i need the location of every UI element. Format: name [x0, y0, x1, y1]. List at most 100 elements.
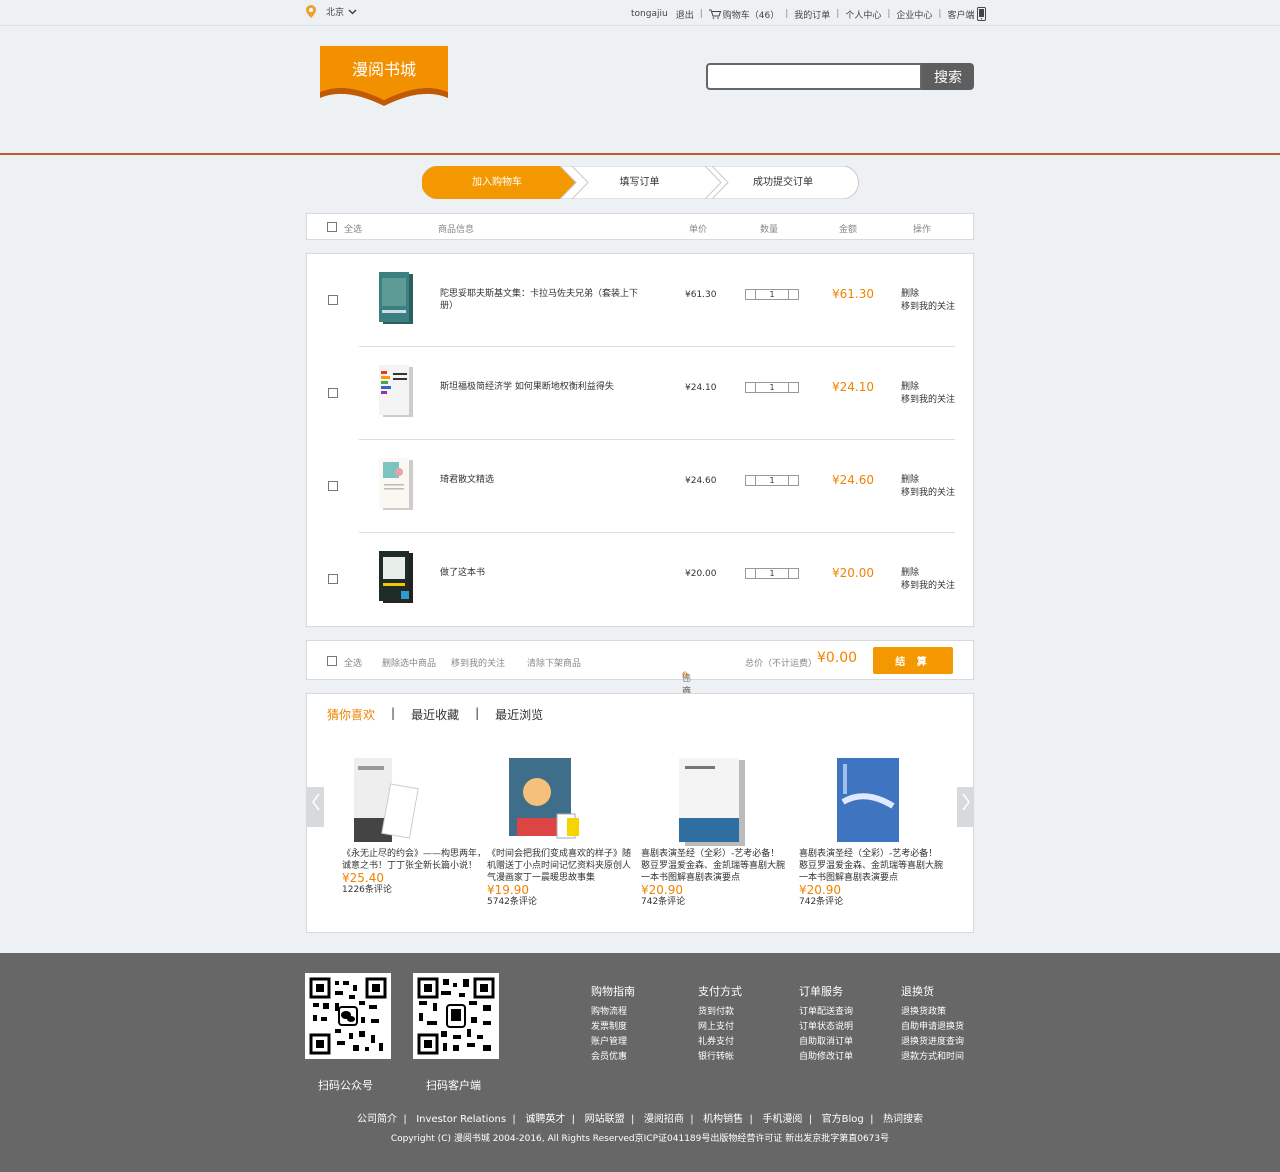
row-checkbox[interactable] — [328, 388, 338, 398]
select-all-checkbox[interactable] — [327, 656, 337, 666]
footer-link[interactable]: 公司简介 — [357, 1114, 397, 1125]
location-selector[interactable]: 北京 — [306, 5, 357, 18]
decrease-button[interactable] — [746, 476, 756, 485]
book-cover[interactable] — [379, 551, 415, 604]
delete-link[interactable]: 删除 — [901, 288, 955, 301]
decrease-button[interactable] — [746, 290, 756, 299]
recommend-title[interactable]: 喜剧表演圣经（全彩）-艺考必备！憨豆罗温爱金森、金凯瑞等喜剧大腕一本书图解喜剧表… — [799, 848, 944, 884]
item-title[interactable]: 陀思妥耶夫斯基文集：卡拉马佐夫兄弟（套装上下册） — [440, 288, 640, 312]
recommend-title[interactable]: 《时间会把我们变成喜欢的样子》随机赠送丁小点时间记忆资料夹原创人气漫画家丁一晨暖… — [487, 848, 632, 884]
recommend-comments[interactable]: 5742条评论 — [487, 896, 632, 908]
next-arrow-button[interactable] — [957, 787, 974, 827]
quantity-stepper[interactable]: 1 — [745, 568, 799, 579]
delete-link[interactable]: 删除 — [901, 567, 955, 580]
recommend-comments[interactable]: 742条评论 — [799, 896, 944, 908]
quantity-value[interactable]: 1 — [756, 569, 788, 578]
footer-link[interactable]: 手机漫阅 — [762, 1114, 802, 1125]
decrease-button[interactable] — [746, 383, 756, 392]
row-checkbox[interactable] — [328, 295, 338, 305]
increase-button[interactable] — [788, 383, 798, 392]
recommend-card[interactable]: 《时间会把我们变成喜欢的样子》随机赠送丁小点时间记忆资料夹原创人气漫画家丁一晨暖… — [487, 758, 632, 908]
footer-link[interactable]: 退款方式和时间 — [901, 1050, 964, 1065]
username-link[interactable]: tongajiu — [631, 9, 668, 19]
clear-offshelf-link[interactable]: 清除下架商品 — [527, 656, 581, 669]
book-cover[interactable] — [379, 458, 415, 511]
footer-link[interactable]: 货到付款 — [698, 1005, 742, 1020]
select-all-checkbox[interactable] — [327, 222, 337, 232]
footer-link[interactable]: 退换货进度查询 — [901, 1035, 964, 1050]
move-to-follow-link[interactable]: 移到我的关注 — [901, 394, 955, 407]
personal-center-link[interactable]: 个人中心 — [845, 8, 881, 21]
tab-recent-favorites[interactable]: 最近收藏 — [411, 706, 459, 723]
footer-link[interactable]: 会员优惠 — [591, 1050, 635, 1065]
footer-link[interactable]: 漫阅招商 — [644, 1114, 684, 1125]
my-orders-link[interactable]: 我的订单 — [794, 8, 830, 21]
search-input[interactable] — [706, 63, 922, 90]
logout-link[interactable]: 退出 — [676, 8, 694, 21]
footer-link[interactable]: 网上支付 — [698, 1020, 742, 1035]
increase-button[interactable] — [788, 569, 798, 578]
recommend-title[interactable]: 《永无止尽的约会》——构思两年，诚意之书！丁丁张全新长篇小说！ — [342, 848, 487, 872]
prev-arrow-button[interactable] — [307, 787, 324, 827]
book-cover[interactable] — [641, 758, 786, 848]
move-to-follow-link[interactable]: 移到我的关注 — [901, 487, 955, 500]
delete-link[interactable]: 删除 — [901, 381, 955, 394]
footer-link[interactable]: 银行转帐 — [698, 1050, 742, 1065]
book-cover[interactable] — [487, 758, 632, 848]
recommend-comments[interactable]: 1226条评论 — [342, 884, 487, 896]
move-to-follow-link[interactable]: 移到我的关注 — [451, 656, 505, 669]
footer-link[interactable]: 热词搜索 — [883, 1114, 923, 1125]
increase-button[interactable] — [788, 290, 798, 299]
item-title[interactable]: 琦君散文精选 — [440, 474, 640, 486]
footer-link[interactable]: 自助取消订单 — [799, 1035, 853, 1050]
recommend-card[interactable]: 《永无止尽的约会》——构思两年，诚意之书！丁丁张全新长篇小说！ ¥25.40 1… — [342, 758, 487, 896]
site-logo[interactable]: 漫阅书城 — [320, 46, 448, 106]
footer-link[interactable]: 购物流程 — [591, 1005, 635, 1020]
move-to-follow-link[interactable]: 移到我的关注 — [901, 580, 955, 593]
quantity-value[interactable]: 1 — [756, 383, 788, 392]
footer-link[interactable]: 官方Blog — [822, 1114, 864, 1125]
footer-link[interactable]: 礼券支付 — [698, 1035, 742, 1050]
quantity-stepper[interactable]: 1 — [745, 382, 799, 393]
footer-link[interactable]: 自助申请退换货 — [901, 1020, 964, 1035]
col-quantity: 数量 — [760, 225, 779, 235]
quantity-value[interactable]: 1 — [756, 290, 788, 299]
enterprise-center-link[interactable]: 企业中心 — [896, 8, 932, 21]
footer-link[interactable]: 诚聘英才 — [525, 1114, 565, 1125]
recommend-card[interactable]: 喜剧表演圣经（全彩）-艺考必备！憨豆罗温爱金森、金凯瑞等喜剧大腕一本书图解喜剧表… — [799, 758, 944, 908]
book-cover[interactable] — [799, 758, 944, 848]
footer-link[interactable]: 账户管理 — [591, 1035, 635, 1050]
footer-link[interactable]: 发票制度 — [591, 1020, 635, 1035]
increase-button[interactable] — [788, 476, 798, 485]
recommend-comments[interactable]: 742条评论 — [641, 896, 786, 908]
footer-link[interactable]: 网站联盟 — [585, 1114, 625, 1125]
cart-link[interactable]: 购物车（46） — [723, 8, 779, 21]
footer-link[interactable]: 退换货政策 — [901, 1005, 964, 1020]
quantity-value[interactable]: 1 — [756, 476, 788, 485]
row-checkbox[interactable] — [328, 574, 338, 584]
footer-link[interactable]: Investor Relations — [416, 1114, 506, 1125]
tab-guess-you-like[interactable]: 猜你喜欢 — [327, 706, 375, 723]
checkout-button[interactable]: 结 算 — [873, 647, 953, 674]
move-to-follow-link[interactable]: 移到我的关注 — [901, 301, 955, 314]
quantity-stepper[interactable]: 1 — [745, 475, 799, 486]
footer-link[interactable]: 自助修改订单 — [799, 1050, 853, 1065]
item-title[interactable]: 做了这本书 — [440, 567, 640, 579]
tab-recent-browse[interactable]: 最近浏览 — [495, 706, 543, 723]
delete-link[interactable]: 删除 — [901, 474, 955, 487]
client-link[interactable]: 客户端 — [947, 8, 974, 21]
footer-link[interactable]: 订单配送查询 — [799, 1005, 853, 1020]
decrease-button[interactable] — [746, 569, 756, 578]
recommend-card[interactable]: 喜剧表演圣经（全彩）-艺考必备！憨豆罗温爱金森、金凯瑞等喜剧大腕一本书图解喜剧表… — [641, 758, 786, 908]
row-checkbox[interactable] — [328, 481, 338, 491]
book-cover[interactable] — [342, 758, 487, 848]
book-cover[interactable] — [379, 365, 415, 418]
delete-selected-link[interactable]: 删除选中商品 — [382, 656, 436, 669]
recommend-title[interactable]: 喜剧表演圣经（全彩）-艺考必备！憨豆罗温爱金森、金凯瑞等喜剧大腕一本书图解喜剧表… — [641, 848, 786, 884]
footer-link[interactable]: 机构销售 — [703, 1114, 743, 1125]
book-cover[interactable] — [379, 272, 415, 325]
quantity-stepper[interactable]: 1 — [745, 289, 799, 300]
search-button[interactable]: 搜索 — [922, 63, 974, 90]
item-title[interactable]: 斯坦福极简经济学 如何果断地权衡利益得失 — [440, 381, 640, 393]
footer-link[interactable]: 订单状态说明 — [799, 1020, 853, 1035]
